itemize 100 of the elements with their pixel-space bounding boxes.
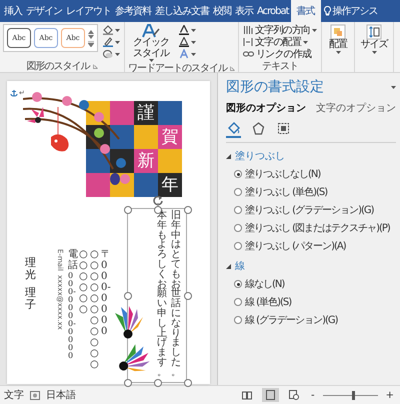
resize-handle[interactable] xyxy=(124,379,132,387)
resize-handle[interactable] xyxy=(184,206,192,214)
text-fill-button[interactable] xyxy=(178,24,197,36)
ribbon-tab[interactable]: 表示 xyxy=(233,0,255,22)
message-text: 旧年中はとてもお世話になりました。 xyxy=(171,211,181,380)
size-layout-icon xyxy=(277,122,290,135)
radio-option[interactable]: 塗りつぶし (グラデーション)(G) xyxy=(234,203,374,217)
radio-button[interactable] xyxy=(234,316,242,324)
zoom-out-button[interactable]: - xyxy=(309,390,317,400)
pane-tab[interactable]: 文字のオプション xyxy=(316,101,396,115)
group-label: 図形のスタイル xyxy=(26,60,90,73)
zoom-in-button[interactable]: + xyxy=(384,390,396,400)
phone-number: 000-0000-0000 xyxy=(68,272,76,360)
radio-option[interactable]: 線 (グラデーション)(G) xyxy=(234,313,338,327)
ribbon-tab[interactable]: 挿入 xyxy=(2,0,24,22)
ribbon-tab[interactable]: 差し込み文書 xyxy=(153,0,211,22)
view-button[interactable] xyxy=(262,388,279,402)
letter-a-pen-icon xyxy=(142,24,160,38)
quick-style-button[interactable]: クイックスタイル xyxy=(128,24,174,62)
shape-effects-icon xyxy=(103,49,113,59)
status-language[interactable]: 日本語 xyxy=(46,388,76,402)
ribbon-tab[interactable]: デザイン xyxy=(24,0,64,22)
sender-name: 理子 xyxy=(25,287,36,312)
resize-handle[interactable] xyxy=(154,379,162,387)
ribbon-tab[interactable]: 校閲 xyxy=(211,0,233,22)
radio-button[interactable] xyxy=(234,298,242,306)
resize-handle[interactable] xyxy=(124,292,132,300)
radio-option[interactable]: 塗りつぶしなし(N) xyxy=(234,167,320,181)
lightbulb-icon xyxy=(324,6,331,16)
size-button[interactable]: サイズ xyxy=(358,24,390,54)
radio-option[interactable]: 線 (単色)(S) xyxy=(234,295,292,309)
scroll-down-icon[interactable] xyxy=(88,35,94,40)
text-effects-button[interactable] xyxy=(178,48,197,60)
section-header[interactable]: 線 xyxy=(226,259,245,273)
dialog-launcher-icon[interactable] xyxy=(230,66,235,70)
text-outline-button[interactable] xyxy=(178,36,197,48)
postal-code: 〒000-0000 xyxy=(101,249,111,337)
section-header[interactable]: 塗りつぶし xyxy=(226,149,285,163)
radio-option[interactable]: 線なし(N) xyxy=(234,277,284,291)
ribbon-tab[interactable]: Acrobat xyxy=(255,0,291,22)
page-icon xyxy=(266,390,275,400)
caret-icon xyxy=(191,28,196,32)
macro-record-icon[interactable] xyxy=(30,390,40,400)
status-mode: 文字 xyxy=(4,388,24,402)
text-align-icon xyxy=(243,37,253,47)
shape-effects-button[interactable] xyxy=(102,48,121,60)
resize-handle[interactable] xyxy=(124,206,132,214)
sender-name: 理光 xyxy=(25,257,36,282)
ribbon-tab[interactable]: レイアウト xyxy=(64,0,113,22)
rotate-handle[interactable] xyxy=(151,193,165,209)
radio-button[interactable] xyxy=(234,170,242,178)
ribbon-tab[interactable]: 書式 xyxy=(290,0,321,22)
text-command-button[interactable]: 文字の配置 xyxy=(242,36,318,48)
shape-fill-button[interactable] xyxy=(102,24,121,36)
expanded-triangle-icon xyxy=(226,264,231,268)
shape-outline-button[interactable] xyxy=(102,36,121,48)
group-label: ワードアートのスタイル xyxy=(128,62,227,75)
more-icon[interactable] xyxy=(88,41,94,47)
glowing-letter-a-icon xyxy=(179,49,189,59)
caret-icon xyxy=(336,50,341,54)
resize-handle[interactable] xyxy=(184,292,192,300)
letter-a-icon xyxy=(179,25,189,35)
tell-me-button[interactable]: 操作アシス xyxy=(320,0,381,22)
radio-button[interactable] xyxy=(234,224,242,232)
caret-icon xyxy=(312,28,318,32)
caret-icon xyxy=(303,40,308,44)
phone-label: 電話 xyxy=(68,249,78,271)
caret-icon xyxy=(115,28,120,32)
pentagon-icon xyxy=(252,122,265,135)
web-page-icon xyxy=(289,390,299,400)
pane-title: 図形の書式設定 xyxy=(226,78,324,96)
pane-icon-tab[interactable] xyxy=(226,121,241,138)
radio-option[interactable]: 塗りつぶし (単色)(S) xyxy=(234,185,328,199)
pane-tab[interactable]: 図形のオプション xyxy=(226,101,306,115)
radio-button[interactable] xyxy=(234,242,242,250)
greeting-character: 賀 xyxy=(162,128,178,146)
greeting-character: 謹 xyxy=(138,104,154,122)
expanded-triangle-icon xyxy=(226,154,231,158)
paint-bucket-icon xyxy=(227,122,240,135)
group-label: テキスト xyxy=(262,60,298,73)
caret-icon xyxy=(115,52,120,56)
caret-icon xyxy=(115,40,120,44)
resize-handle[interactable] xyxy=(184,379,192,387)
dialog-launcher-icon[interactable] xyxy=(92,64,98,68)
radio-option[interactable]: 塗りつぶし (図またはテクスチャ)(P) xyxy=(234,221,390,235)
pen-icon xyxy=(103,37,113,47)
radio-button[interactable] xyxy=(234,280,242,288)
caret-icon xyxy=(191,40,196,44)
radio-button[interactable] xyxy=(234,188,242,196)
text-command-button[interactable]: 文字列の方向 xyxy=(242,24,318,36)
greeting-character: 年 xyxy=(162,176,178,194)
zoom-thumb[interactable] xyxy=(352,390,355,400)
text-command-button[interactable]: リンクの作成 xyxy=(242,48,318,60)
ribbon-tab[interactable]: 参考資料 xyxy=(113,0,153,22)
link-icon xyxy=(243,50,254,58)
arrange-button[interactable]: 配置 xyxy=(325,24,352,54)
radio-button[interactable] xyxy=(234,206,242,214)
radio-option[interactable]: 塗りつぶし (パターン)(A) xyxy=(234,239,346,253)
scroll-up-icon[interactable] xyxy=(88,29,94,34)
text-direction-icon xyxy=(243,25,253,35)
